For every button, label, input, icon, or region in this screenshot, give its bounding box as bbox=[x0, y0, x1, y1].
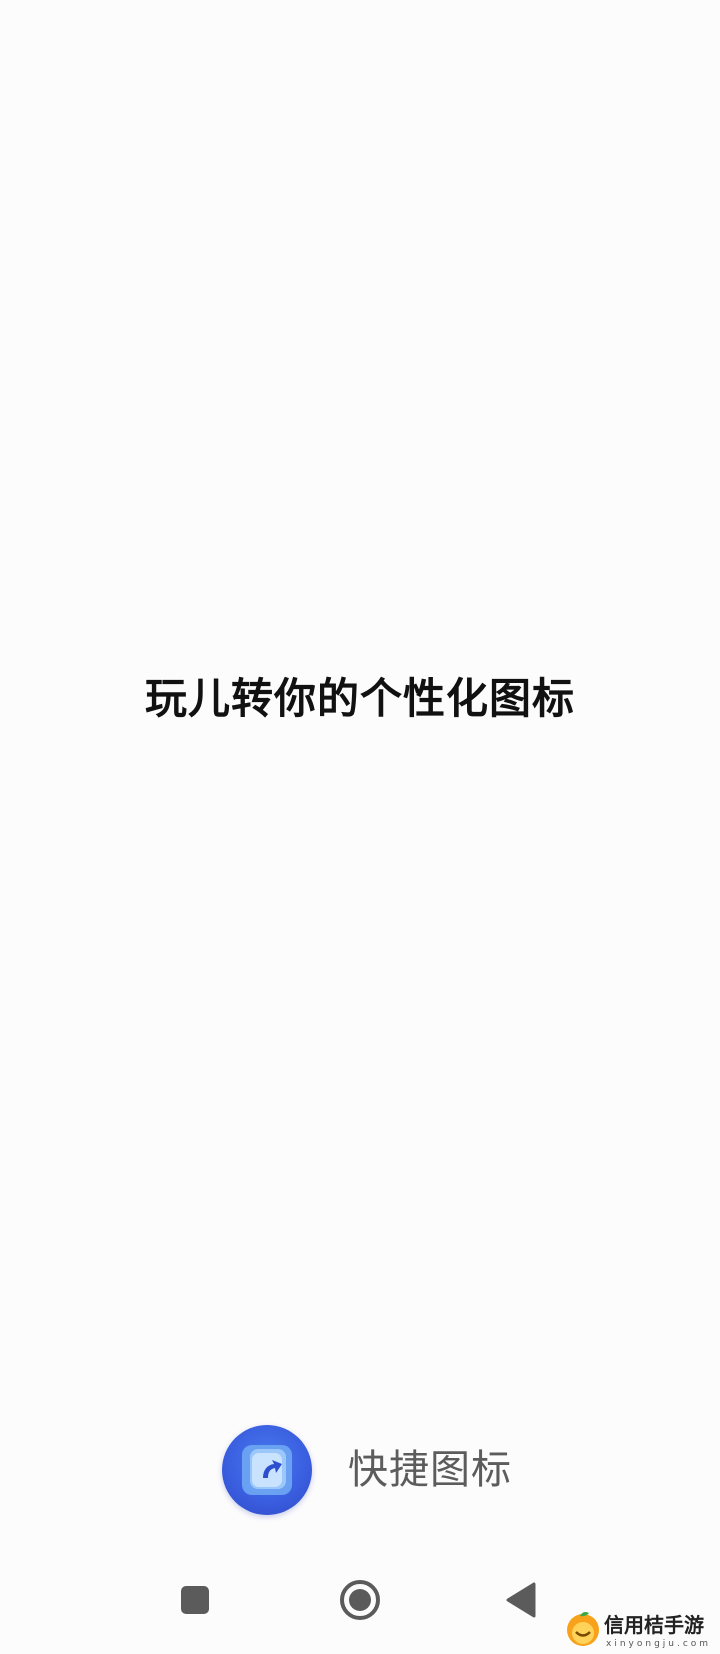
shortcut-arrow-icon bbox=[222, 1425, 312, 1515]
splash-screen: 玩儿转你的个性化图标 快捷图标 bbox=[0, 0, 720, 1650]
home-icon bbox=[340, 1580, 380, 1620]
back-icon bbox=[506, 1582, 536, 1618]
app-branding: 快捷图标 bbox=[222, 1425, 522, 1515]
app-name: 快捷图标 bbox=[348, 1447, 512, 1493]
tagline: 玩儿转你的个性化图标 bbox=[144, 674, 575, 723]
orange-logo-icon bbox=[567, 1612, 599, 1646]
back-button[interactable] bbox=[482, 1560, 562, 1640]
recent-apps-icon bbox=[181, 1586, 209, 1614]
watermark: 信用桔手游 xinyongju.com bbox=[562, 1608, 720, 1650]
watermark-url: xinyongju.com bbox=[606, 1639, 711, 1649]
recent-apps-button[interactable] bbox=[155, 1560, 235, 1640]
home-button[interactable] bbox=[320, 1560, 400, 1640]
watermark-name: 信用桔手游 bbox=[604, 1613, 704, 1637]
